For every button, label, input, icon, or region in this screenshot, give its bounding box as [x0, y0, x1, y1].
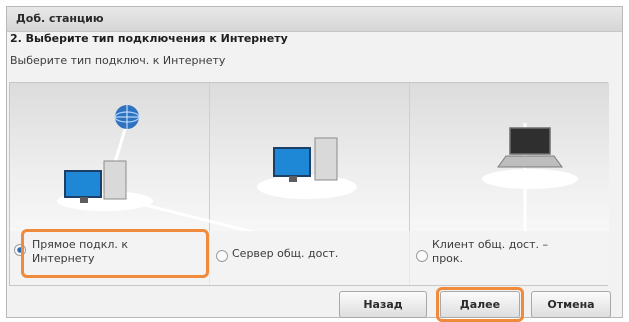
option-shared-client[interactable]: Клиент общ. дост. – прок.	[410, 231, 609, 285]
server-computer-icon	[257, 137, 357, 199]
back-button[interactable]: Назад	[339, 291, 427, 318]
step-title: 2. Выберите тип подключения к Интернету	[10, 32, 288, 45]
next-button-highlight	[436, 287, 524, 322]
shared-client-label: Клиент общ. дост. – прок.	[432, 238, 549, 265]
dialog-title: Доб. станцию	[7, 7, 622, 32]
cancel-button[interactable]: Отмена	[531, 291, 611, 318]
selected-option-highlight	[21, 229, 209, 278]
option-shared-server[interactable]: Сервер общ. дост.	[210, 231, 409, 285]
network-diagram	[57, 105, 578, 231]
internet-globe-icon	[114, 105, 140, 129]
shared-server-radio[interactable]	[216, 250, 228, 262]
laptop-icon	[482, 127, 578, 189]
shared-server-label: Сервер общ. дост.	[232, 247, 339, 260]
computer-icon	[57, 160, 153, 211]
step-subtitle: Выберите тип подключ. к Интернету	[10, 54, 226, 67]
shared-client-radio[interactable]	[416, 250, 428, 262]
